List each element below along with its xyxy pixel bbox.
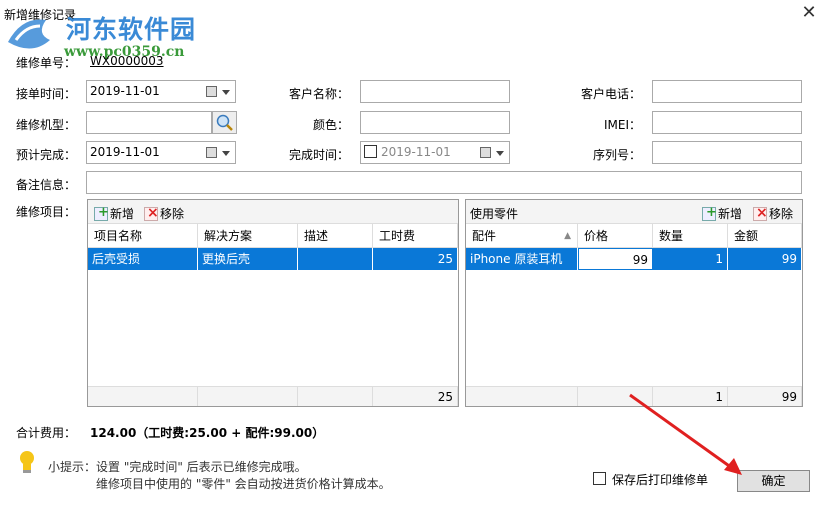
total-value: 124.00（工时费:25.00 + 配件:99.00）	[90, 426, 325, 440]
finish-time-checkbox[interactable]	[364, 145, 377, 158]
cell-amount: 99	[728, 248, 802, 270]
sort-asc-icon: ▲	[564, 231, 571, 241]
imei-input[interactable]	[652, 111, 802, 134]
items-add-label: 新增	[110, 207, 135, 221]
annotation-arrow	[629, 393, 742, 475]
customer-name-input[interactable]	[360, 80, 510, 103]
watermark-logo	[8, 19, 50, 49]
parts-toolbar: 使用零件 新增 移除	[466, 200, 802, 224]
lightbulb-icon	[20, 451, 34, 473]
parts-add-button[interactable]: 新增	[702, 205, 742, 222]
parts-remove-label: 移除	[769, 207, 794, 221]
tip-line-1: 小提示：设置 "完成时间" 后表示已维修完成哦。	[48, 460, 307, 474]
footer-cell	[198, 386, 298, 406]
cell-part: iPhone 原装耳机	[466, 248, 578, 270]
col-header-part-label: 配件	[472, 229, 497, 243]
order-no-value: WX0000003	[90, 54, 164, 68]
items-footer-total: 25	[373, 386, 458, 406]
cell-fee: 25	[373, 248, 458, 270]
col-header-qty[interactable]: 数量	[653, 224, 728, 248]
footer-cell	[466, 386, 578, 406]
footer-cell	[298, 386, 373, 406]
receive-time-value: 2019-11-01	[90, 84, 160, 98]
tip-line-2: 维修项目中使用的 "零件" 会自动按进货价格计算成本。	[96, 477, 391, 491]
color-label: 颜色：	[313, 118, 350, 132]
customer-phone-label: 客户电话：	[581, 87, 642, 101]
add-icon	[94, 205, 109, 221]
chevron-down-icon[interactable]	[222, 151, 230, 156]
planned-value: 2019-11-01	[90, 145, 160, 159]
chevron-down-icon[interactable]	[496, 151, 504, 156]
table-row[interactable]: 后壳受损 更换后壳 25	[88, 248, 458, 270]
serial-input[interactable]	[652, 141, 802, 164]
items-remove-button[interactable]: 移除	[144, 205, 184, 222]
col-header-part[interactable]: 配件 ▲	[466, 224, 578, 248]
print-after-save-checkbox[interactable]	[593, 472, 606, 485]
parts-panel: 使用零件 新增 移除 配件 ▲ 价格 数量 金额 iPhone 原装耳机 99 1…	[465, 199, 803, 407]
items-label: 维修项目：	[16, 205, 77, 219]
col-header-price[interactable]: 价格	[578, 224, 653, 248]
remove-icon	[144, 205, 159, 221]
serial-label: 序列号：	[593, 148, 642, 162]
note-input[interactable]	[86, 171, 802, 194]
finish-time-value: 2019-11-01	[381, 145, 451, 159]
note-label: 备注信息：	[16, 178, 77, 192]
parts-title: 使用零件	[470, 207, 519, 221]
items-remove-label: 移除	[160, 207, 185, 221]
order-no-label: 维修单号：	[16, 56, 77, 70]
table-row[interactable]: iPhone 原装耳机 99 1 99	[466, 248, 802, 270]
calendar-icon[interactable]	[206, 147, 217, 158]
cell-desc	[298, 248, 373, 270]
items-add-button[interactable]: 新增	[94, 205, 134, 222]
planned-picker[interactable]: 2019-11-01	[86, 141, 236, 164]
cell-qty: 1	[653, 248, 728, 270]
cell-name: 后壳受损	[88, 248, 198, 270]
close-icon[interactable]: ✕	[796, 2, 822, 26]
customer-phone-input[interactable]	[652, 80, 802, 103]
model-search-button[interactable]	[212, 111, 237, 134]
receive-time-label: 接单时间：	[16, 87, 77, 101]
col-header-name[interactable]: 项目名称	[88, 224, 198, 248]
items-toolbar: 新增 移除	[88, 200, 458, 224]
cell-solution: 更换后壳	[198, 248, 298, 270]
model-label: 维修机型：	[16, 118, 77, 132]
planned-label: 预计完成：	[16, 148, 77, 162]
search-icon	[216, 114, 233, 131]
color-input[interactable]	[360, 111, 510, 134]
footer-cell	[88, 386, 198, 406]
parts-remove-button[interactable]: 移除	[753, 205, 793, 222]
col-header-fee[interactable]: 工时费	[373, 224, 458, 248]
watermark-text: 河东软件园	[66, 15, 197, 44]
calendar-icon[interactable]	[480, 147, 491, 158]
remove-icon	[753, 205, 768, 221]
cell-price[interactable]: 99	[578, 248, 653, 270]
finish-time-picker[interactable]: 2019-11-01	[360, 141, 510, 164]
finish-time-label: 完成时间：	[289, 148, 350, 162]
col-header-amount[interactable]: 金额	[728, 224, 802, 248]
total-label: 合计费用：	[16, 426, 77, 440]
customer-name-label: 客户名称：	[289, 87, 350, 101]
imei-label: IMEI：	[604, 118, 642, 132]
calendar-icon[interactable]	[206, 86, 217, 97]
repair-items-panel: 新增 移除 项目名称 解决方案 描述 工时费 后壳受损 更换后壳 25 25	[87, 199, 459, 407]
col-header-desc[interactable]: 描述	[298, 224, 373, 248]
chevron-down-icon[interactable]	[222, 90, 230, 95]
receive-time-picker[interactable]: 2019-11-01	[86, 80, 236, 103]
add-icon	[702, 205, 717, 221]
parts-add-label: 新增	[718, 207, 743, 221]
model-input[interactable]	[86, 111, 212, 134]
col-header-solution[interactable]: 解决方案	[198, 224, 298, 248]
